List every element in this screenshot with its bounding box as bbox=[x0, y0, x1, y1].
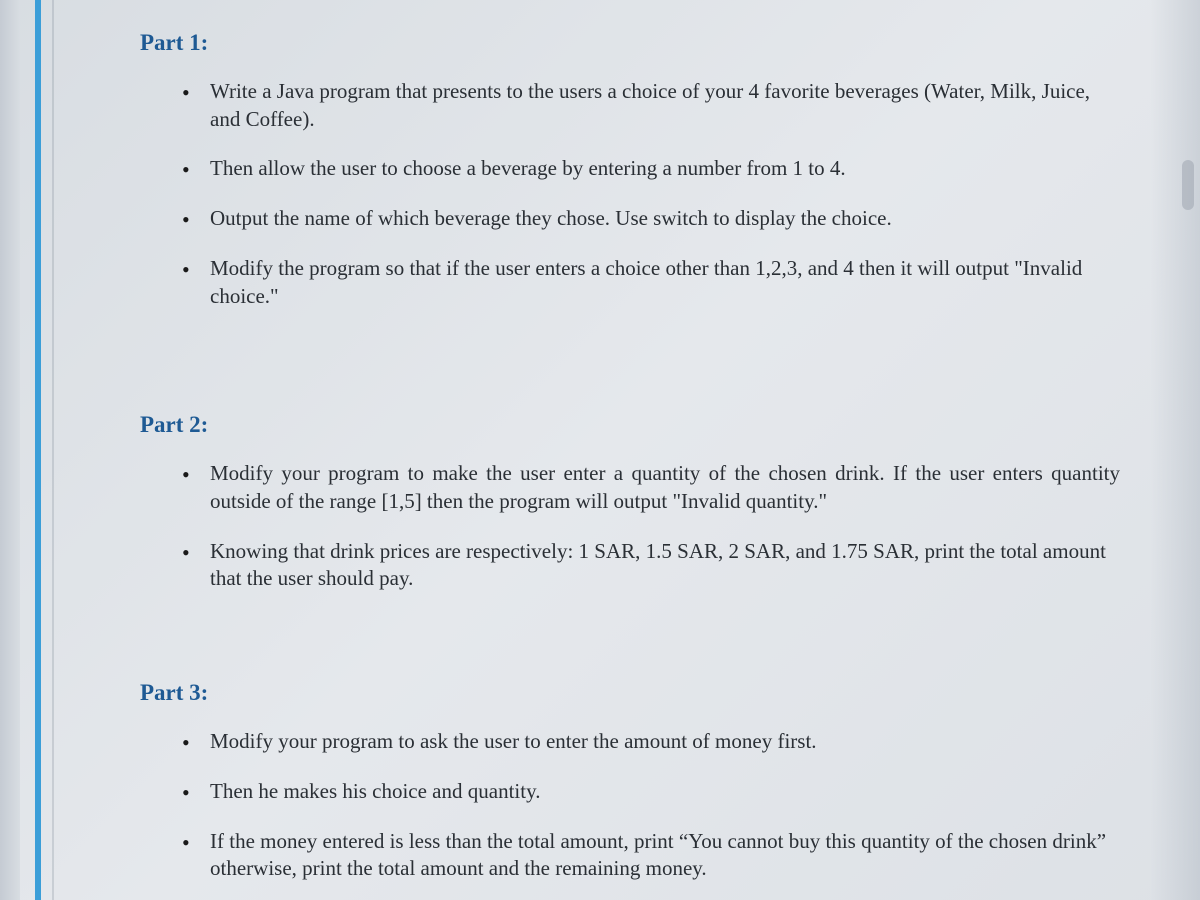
part3-heading: Part 3: bbox=[140, 680, 1120, 706]
list-item: Then allow the user to choose a beverage… bbox=[182, 155, 1120, 183]
list-item: Knowing that drink prices are respective… bbox=[182, 538, 1120, 593]
document-content: Part 1: Write a Java program that presen… bbox=[140, 20, 1120, 880]
part1-list: Write a Java program that presents to th… bbox=[140, 78, 1120, 310]
list-item: Then he makes his choice and quantity. bbox=[182, 778, 1120, 806]
part3-list: Modify your program to ask the user to e… bbox=[140, 728, 1120, 883]
list-item: Output the name of which beverage they c… bbox=[182, 205, 1120, 233]
inner-border bbox=[52, 0, 54, 900]
list-item: Write a Java program that presents to th… bbox=[182, 78, 1120, 133]
list-item: Modify your program to ask the user to e… bbox=[182, 728, 1120, 756]
page-left-edge bbox=[0, 0, 20, 900]
part1-heading: Part 1: bbox=[140, 30, 1120, 56]
list-item: Modify the program so that if the user e… bbox=[182, 255, 1120, 310]
scrollbar-thumb[interactable] bbox=[1182, 160, 1194, 210]
list-item: If the money entered is less than the to… bbox=[182, 828, 1120, 883]
list-item: Modify your program to make the user ent… bbox=[182, 460, 1120, 515]
part2-list: Modify your program to make the user ent… bbox=[140, 460, 1120, 593]
part2-heading: Part 2: bbox=[140, 412, 1120, 438]
selection-bar bbox=[35, 0, 41, 900]
page-right-shadow bbox=[1150, 0, 1200, 900]
